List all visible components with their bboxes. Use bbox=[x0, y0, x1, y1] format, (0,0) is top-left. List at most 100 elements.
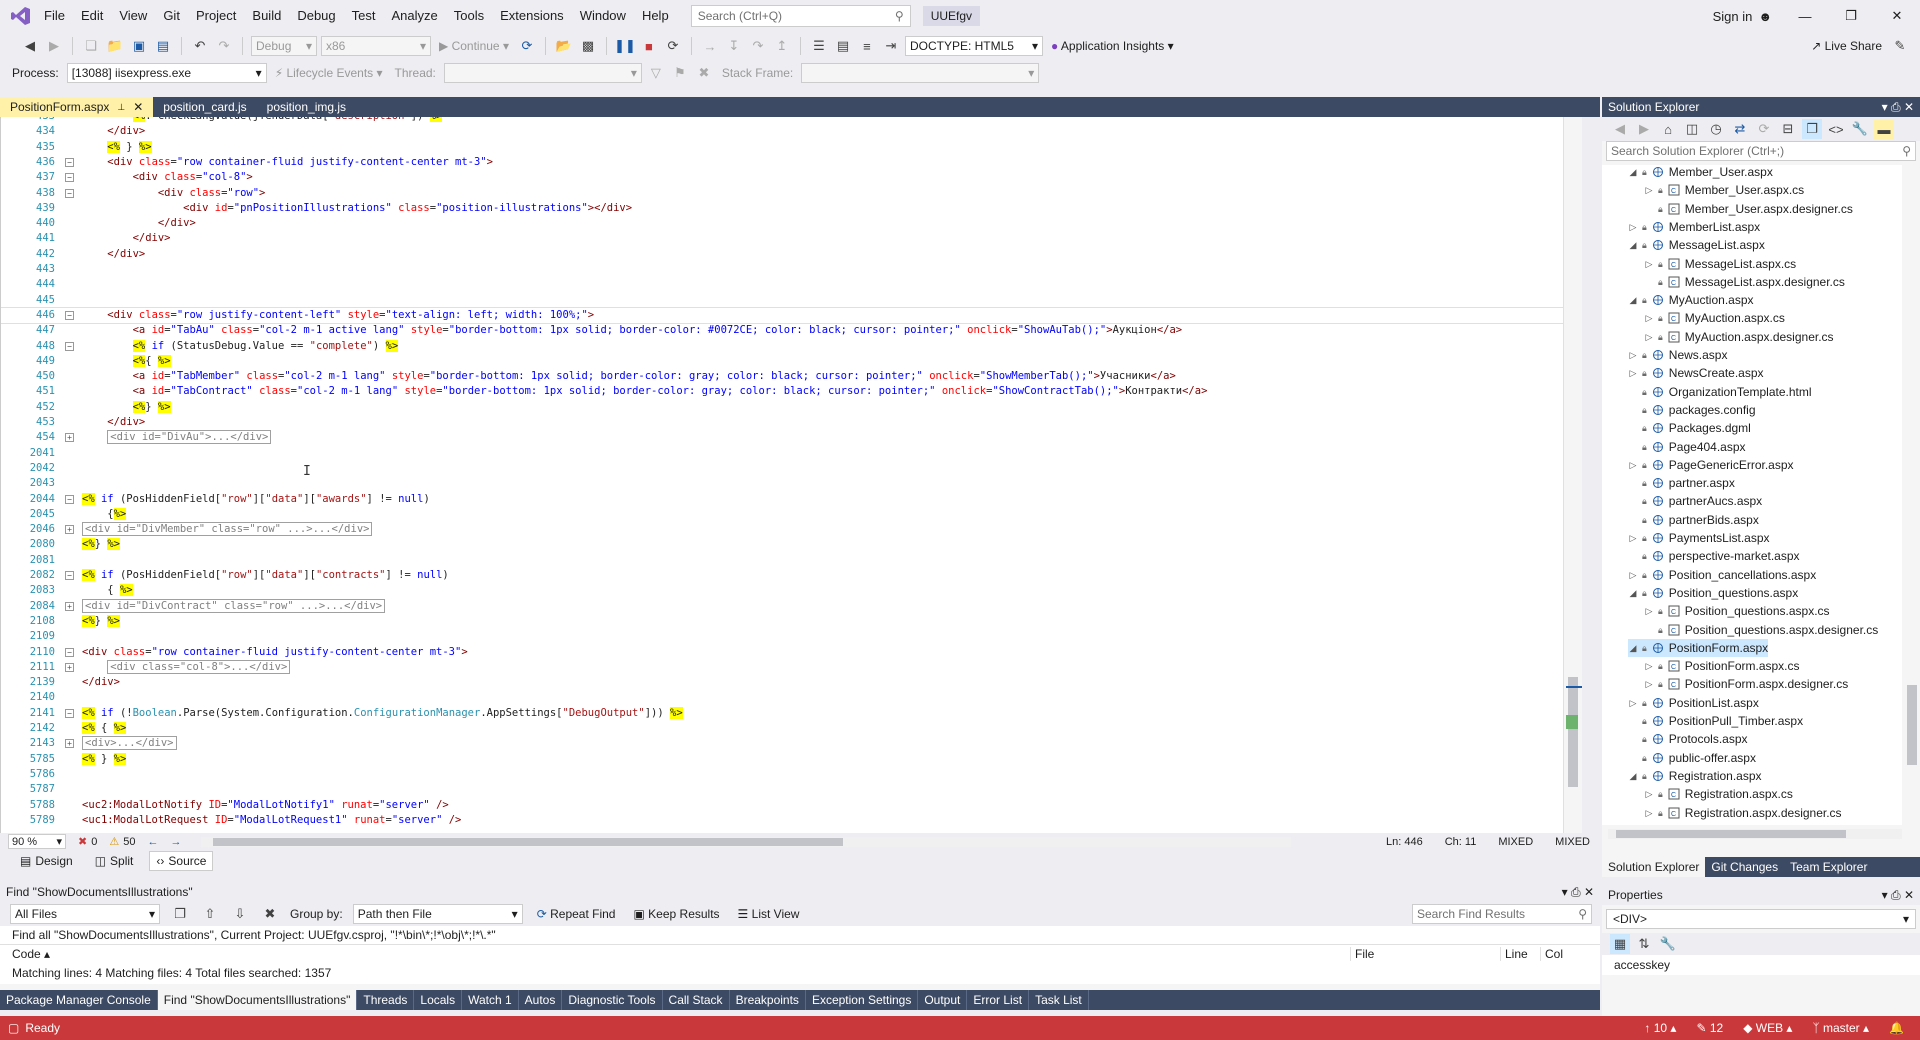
code-line[interactable]: 436− <div class="row container-fluid jus… bbox=[1, 155, 1582, 170]
code-line[interactable]: 437− <div class="col-8"> bbox=[1, 170, 1582, 185]
code-line[interactable]: 446− <div class="row justify-content-lef… bbox=[1, 306, 1582, 325]
settings-icon[interactable]: ✖ bbox=[694, 63, 714, 83]
code-line[interactable]: 453 </div> bbox=[1, 415, 1582, 430]
refresh-icon[interactable]: ⟳ bbox=[1754, 119, 1774, 139]
expand-toggle-icon[interactable]: ▷ bbox=[1644, 255, 1654, 273]
continue-button[interactable]: ▶ Continue ▾ bbox=[435, 39, 513, 53]
code-line[interactable]: 2043 bbox=[1, 476, 1582, 491]
repeat-find-button[interactable]: ⟳ Repeat Find bbox=[533, 907, 620, 921]
tool-tab-exception-settings[interactable]: Exception Settings bbox=[806, 990, 919, 1010]
tree-item[interactable]: 🔒︎ Page404.aspx bbox=[1628, 438, 1746, 456]
list-view-button[interactable]: ☰ List View bbox=[734, 907, 804, 921]
property-pages-icon[interactable]: 🔧 bbox=[1658, 934, 1678, 954]
close-icon[interactable]: ✕ bbox=[1904, 888, 1914, 902]
open-file-icon[interactable]: 📁 bbox=[105, 36, 125, 56]
live-share-button[interactable]: ↗ Live Share bbox=[1807, 39, 1886, 53]
menu-item-project[interactable]: Project bbox=[188, 0, 244, 32]
keep-results-button[interactable]: ▣ Keep Results bbox=[629, 907, 723, 921]
expand-toggle-icon[interactable]: ▷ bbox=[1628, 218, 1638, 236]
code-line[interactable]: 2044− <% if (PosHiddenField["row"]["data"… bbox=[1, 492, 1582, 507]
col-column-header[interactable]: Col bbox=[1540, 946, 1580, 961]
stack-frame-combo[interactable]: ▾ bbox=[801, 63, 1040, 83]
tree-item[interactable]: 🔒︎ partnerBids.aspx bbox=[1628, 511, 1759, 529]
tree-item[interactable]: ▷ 🔒︎ PositionList.aspx bbox=[1628, 694, 1759, 712]
expand-toggle-icon[interactable]: ▷ bbox=[1628, 694, 1638, 712]
close-icon[interactable]: ✕ bbox=[1584, 885, 1594, 899]
diagnostics-icon[interactable]: ☰ bbox=[809, 36, 829, 56]
expand-toggle-icon[interactable]: ▷ bbox=[1644, 181, 1654, 199]
code-line[interactable]: 5787 bbox=[1, 782, 1582, 797]
show-next-statement-icon[interactable]: → bbox=[700, 36, 720, 56]
expand-toggle-icon[interactable]: ▷ bbox=[1644, 657, 1654, 675]
tree-item[interactable]: 🔒︎ perspective-market.aspx bbox=[1628, 547, 1800, 565]
expand-toggle-icon[interactable]: ▷ bbox=[1644, 675, 1654, 693]
history-icon[interactable]: ◷ bbox=[1706, 119, 1726, 139]
nav-forward-icon[interactable]: → bbox=[170, 836, 181, 848]
code-line[interactable]: 2110− <div class="row container-fluid jus… bbox=[1, 645, 1582, 660]
design-view-tab[interactable]: ▤ Design bbox=[14, 852, 79, 870]
split-view-tab[interactable]: ◫ Split bbox=[89, 852, 140, 870]
menu-item-tools[interactable]: Tools bbox=[446, 0, 492, 32]
code-line[interactable]: 449 <%{ %> bbox=[1, 354, 1582, 369]
code-line[interactable]: 2140 bbox=[1, 690, 1582, 705]
back-icon[interactable]: ◀ bbox=[20, 36, 40, 56]
tool-tab-call-stack[interactable]: Call Stack bbox=[663, 990, 730, 1010]
undo-icon[interactable]: ↶ bbox=[190, 36, 210, 56]
collapse-region-icon[interactable]: − bbox=[65, 571, 74, 580]
tree-item[interactable]: 🔒︎ PositionPull_Timber.aspx bbox=[1628, 712, 1803, 730]
lifecycle-events-button[interactable]: ⚡ Lifecycle Events ▾ bbox=[271, 66, 387, 80]
expand-toggle-icon[interactable]: ◢ bbox=[1628, 165, 1638, 181]
folder-icon[interactable]: 📂 bbox=[554, 36, 574, 56]
expand-toggle-icon[interactable]: ▷ bbox=[1644, 328, 1654, 346]
doc-tab-positionform-aspx[interactable]: PositionForm.aspx ⊥ ✕ bbox=[0, 97, 154, 117]
collapse-region-icon[interactable]: − bbox=[65, 341, 74, 351]
editor-vertical-scrollbar[interactable] bbox=[1563, 117, 1582, 833]
tool-tab-error-list[interactable]: Error List bbox=[967, 990, 1030, 1010]
tree-item[interactable]: ▷ 🔒︎ News.aspx bbox=[1628, 346, 1728, 364]
code-line[interactable]: 443 bbox=[1, 262, 1582, 277]
tree-item[interactable]: ▷ 🔒︎ C Position_questions.aspx.cs bbox=[1644, 602, 1830, 620]
code-line[interactable]: 440 </div> bbox=[1, 216, 1582, 231]
line-column-header[interactable]: Line bbox=[1500, 946, 1540, 961]
solution-tree[interactable]: ◢ 🔒︎ Member_User.aspx ▷ 🔒︎ C Member_User.aspx.… bbox=[1602, 165, 1902, 825]
tree-item[interactable]: ▷ 🔒︎ C MyAuction.aspx.cs bbox=[1644, 309, 1785, 327]
step-out-icon[interactable]: ↥ bbox=[772, 36, 792, 56]
expand-region-icon[interactable]: + bbox=[65, 662, 74, 672]
restart-icon[interactable]: ⟳ bbox=[663, 36, 683, 56]
tree-item[interactable]: ▷ 🔒︎ Position_cancellations.aspx bbox=[1628, 566, 1817, 584]
minimize-button[interactable]: — bbox=[1782, 0, 1828, 32]
save-all-icon[interactable]: ▤ bbox=[153, 36, 173, 56]
doc-tab-position-card-js[interactable]: position_card.js bbox=[153, 97, 256, 117]
tab-git-changes[interactable]: Git Changes bbox=[1705, 857, 1784, 877]
tab-team-explorer[interactable]: Team Explorer bbox=[1784, 857, 1873, 877]
code-line[interactable]: 439 <div id="pnPositionIllustrations" cl… bbox=[1, 201, 1582, 216]
expand-toggle-icon[interactable]: ▷ bbox=[1628, 346, 1638, 364]
step-over-icon[interactable]: ↷ bbox=[748, 36, 768, 56]
copy-icon[interactable]: ❐ bbox=[170, 904, 190, 924]
close-icon[interactable]: ✕ bbox=[1904, 100, 1914, 114]
file-column-header[interactable]: File bbox=[1350, 946, 1500, 961]
tree-item[interactable]: 🔒︎ partner.aspx bbox=[1628, 474, 1735, 492]
collapse-region-icon[interactable]: − bbox=[65, 708, 74, 718]
sign-in-button[interactable]: Sign in ☻ bbox=[1713, 9, 1782, 24]
pending-commits[interactable]: ↑ 10 ▴ bbox=[1644, 1021, 1676, 1035]
code-line[interactable]: 2045 {%> bbox=[1, 507, 1582, 522]
tree-item[interactable]: ▷ 🔒︎ NewsCreate.aspx bbox=[1628, 364, 1764, 382]
code-line[interactable]: 2141− <% if (!Boolean.Parse(System.Config… bbox=[1, 706, 1582, 721]
code-line[interactable]: 2084 + <div id="DivContract" class="row" .… bbox=[1, 598, 1582, 614]
tool-tab-output[interactable]: Output bbox=[918, 990, 968, 1010]
tool-tab-find-showdocumentsillustrations[interactable]: Find "ShowDocumentsIllustrations" bbox=[157, 990, 358, 1010]
expand-toggle-icon[interactable]: ▷ bbox=[1644, 785, 1654, 803]
screenshot-icon[interactable]: ▩ bbox=[578, 36, 598, 56]
tool-tab-locals[interactable]: Locals bbox=[414, 990, 463, 1010]
code-line[interactable]: 448− <% if (StatusDebug.Value == "comple… bbox=[1, 339, 1582, 354]
code-line[interactable]: 2139 </div> bbox=[1, 675, 1582, 690]
menu-item-debug[interactable]: Debug bbox=[289, 0, 343, 32]
code-line[interactable]: 444 bbox=[1, 277, 1582, 292]
expand-region-icon[interactable]: + bbox=[65, 739, 74, 749]
forward-icon[interactable]: ▶ bbox=[44, 36, 64, 56]
tree-horizontal-scrollbar[interactable] bbox=[1608, 829, 1902, 839]
group-by-combo[interactable]: Path then File ▾ bbox=[352, 904, 523, 924]
code-line[interactable]: 2083 { %> bbox=[1, 583, 1582, 598]
source-view-tab[interactable]: ‹› Source bbox=[149, 851, 214, 871]
